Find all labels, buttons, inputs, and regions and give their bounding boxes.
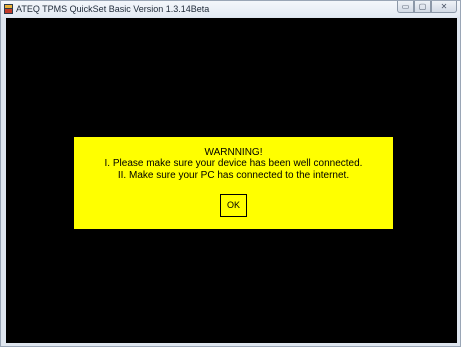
minimize-button[interactable]: ▭ (397, 1, 414, 13)
close-icon: ✕ (440, 1, 448, 11)
minimize-icon: ▭ (401, 1, 410, 11)
window-title: ATEQ TPMS QuickSet Basic Version 1.3.14B… (16, 4, 210, 14)
app-window: ATEQ TPMS QuickSet Basic Version 1.3.14B… (0, 0, 461, 347)
ok-button[interactable]: OK (220, 194, 247, 217)
maximize-icon: ▢ (418, 1, 427, 11)
maximize-button[interactable]: ▢ (414, 1, 431, 13)
client-area: WARNNING! I. Please make sure your devic… (6, 18, 457, 343)
caption-buttons: ▭ ▢ ✕ (397, 1, 457, 14)
warning-message-line-2: II. Make sure your PC has connected to t… (117, 170, 350, 181)
warning-message-line-1: I. Please make sure your device has been… (104, 158, 363, 169)
close-button[interactable]: ✕ (431, 1, 457, 13)
app-icon (4, 4, 13, 14)
warning-dialog: WARNNING! I. Please make sure your devic… (74, 137, 393, 229)
title-bar[interactable]: ATEQ TPMS QuickSet Basic Version 1.3.14B… (1, 1, 460, 17)
